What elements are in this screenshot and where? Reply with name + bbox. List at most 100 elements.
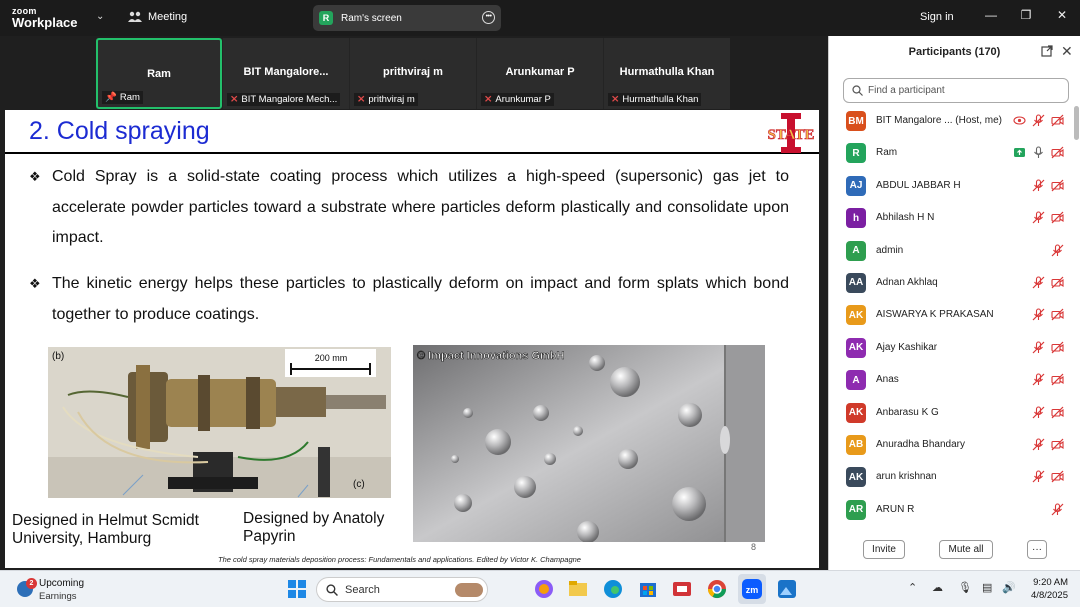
video-off-icon[interactable] xyxy=(1051,146,1064,159)
mic-off-icon[interactable] xyxy=(1051,503,1064,516)
participant-row[interactable]: AR ARUN R xyxy=(829,494,1073,526)
tray-chevron-up-icon[interactable]: ⌃ xyxy=(908,581,917,594)
video-off-icon[interactable] xyxy=(1051,438,1064,451)
participant-row[interactable]: AB Anuradha Bhandary xyxy=(829,429,1073,461)
video-off-icon[interactable] xyxy=(1051,179,1064,192)
participant-row[interactable]: AK Ajay Kashikar xyxy=(829,332,1073,364)
windows-start-icon[interactable] xyxy=(286,578,308,600)
participant-search[interactable] xyxy=(843,78,1069,103)
mic-off-icon[interactable] xyxy=(1032,114,1045,127)
mic-off-icon[interactable] xyxy=(1032,470,1045,483)
participant-row[interactable]: h Abhilash H N xyxy=(829,202,1073,234)
mute-all-button[interactable]: Mute all xyxy=(939,540,993,559)
taskbar-search[interactable]: Search xyxy=(316,577,488,602)
participant-row[interactable]: R Ram xyxy=(829,137,1073,169)
microphone-icon[interactable]: 🎙 xyxy=(958,581,972,594)
edge-icon[interactable] xyxy=(602,578,624,600)
mic-off-icon[interactable] xyxy=(1032,308,1045,321)
tile-label-text: Ram xyxy=(119,92,140,103)
network-icon[interactable]: ▤ xyxy=(982,581,992,594)
meeting-menu[interactable]: Meeting xyxy=(128,11,187,23)
participant-row[interactable]: AA Adnan Akhlaq xyxy=(829,267,1073,299)
participant-row[interactable]: BM BIT Mangalore ... (Host, me) xyxy=(829,105,1073,137)
participant-row[interactable]: AK arun krishnan xyxy=(829,461,1073,493)
zoom-app-icon[interactable]: zm xyxy=(741,578,763,600)
participant-search-input[interactable] xyxy=(868,85,1058,96)
video-off-icon[interactable] xyxy=(1051,341,1064,354)
participant-list: BM BIT Mangalore ... (Host, me) R Ram AJ ABDU… xyxy=(829,105,1073,526)
mic-off-icon[interactable] xyxy=(1032,405,1045,419)
system-clock[interactable]: 9:20 AM 4/8/2025 xyxy=(1024,576,1068,602)
participant-name: ABDUL JABBAR H xyxy=(876,179,961,191)
file-explorer-icon[interactable] xyxy=(567,578,589,600)
chevron-down-icon[interactable]: ⌄ xyxy=(96,11,104,22)
tile-label: ⨯ BIT Mangalore Mech... xyxy=(227,93,341,106)
minimize-icon[interactable]: — xyxy=(984,8,998,22)
scrollbar-thumb[interactable] xyxy=(1074,106,1079,140)
copilot-icon[interactable] xyxy=(533,578,555,600)
figure-b-label: (b) xyxy=(52,351,64,362)
avatar: AK xyxy=(846,467,866,488)
photos-app-icon[interactable] xyxy=(776,578,798,600)
participant-name: Anbarasu K G xyxy=(876,406,939,418)
screen-share-indicator[interactable]: R Ram's screen ••• xyxy=(313,5,501,31)
mic-off-icon[interactable] xyxy=(1032,438,1045,451)
video-off-icon[interactable] xyxy=(1051,276,1064,289)
title-divider xyxy=(5,152,819,154)
pop-out-icon[interactable] xyxy=(1041,45,1053,57)
chrome-icon[interactable] xyxy=(706,578,728,600)
invite-button[interactable]: Invite xyxy=(863,540,905,559)
screen-share-icon[interactable] xyxy=(1013,146,1026,159)
mic-off-icon[interactable] xyxy=(1032,179,1045,192)
mic-off-icon[interactable] xyxy=(1032,341,1045,354)
participant-row[interactable]: AJ ABDUL JABBAR H xyxy=(829,170,1073,202)
participant-row[interactable]: A Anas xyxy=(829,364,1073,396)
recording-icon[interactable] xyxy=(1013,114,1026,127)
participant-row[interactable]: AK Anbarasu K G xyxy=(829,397,1073,429)
shared-slide[interactable]: 2. Cold spraying STATE ❖ Cold Spray is a… xyxy=(5,110,819,568)
video-off-icon[interactable] xyxy=(1051,114,1064,127)
video-tile[interactable]: Hurmathulla Khan ⨯ Hurmathulla Khan xyxy=(604,38,730,109)
volume-icon[interactable]: 🔊 xyxy=(1002,581,1016,594)
mic-off-icon[interactable] xyxy=(1032,373,1045,386)
clock-time: 9:20 AM xyxy=(1033,577,1068,588)
avatar: AK xyxy=(846,402,866,423)
participant-row[interactable]: Aadmin xyxy=(829,235,1073,267)
store-icon[interactable] xyxy=(637,578,659,600)
participant-name: BIT Mangalore ... (Host, me) xyxy=(876,115,1002,126)
sign-in-link[interactable]: Sign in xyxy=(920,11,954,23)
close-icon[interactable]: ✕ xyxy=(1055,8,1069,22)
participant-scrollbar[interactable] xyxy=(1074,106,1079,536)
mic-off-icon[interactable] xyxy=(1032,276,1045,289)
more-actions-button[interactable]: ··· xyxy=(1027,540,1047,559)
video-off-icon[interactable] xyxy=(1051,373,1064,386)
mic-off-icon[interactable] xyxy=(1032,211,1045,224)
video-tile[interactable]: Arunkumar P ⨯ Arunkumar P xyxy=(477,38,603,109)
video-off-icon[interactable] xyxy=(1051,211,1064,224)
participant-row[interactable]: AK AISWARYA K PRAKASAN xyxy=(829,299,1073,331)
video-off-icon[interactable] xyxy=(1051,406,1064,419)
video-tile[interactable]: prithviraj m ⨯ prithviraj m xyxy=(350,38,476,109)
avatar: AJ xyxy=(846,175,866,196)
brand-bottom: Workplace xyxy=(12,15,78,30)
avatar: h xyxy=(846,208,866,229)
participants-icon xyxy=(128,11,142,22)
office-app-icon[interactable] xyxy=(671,578,693,600)
video-tile[interactable]: BIT Mangalore... ⨯ BIT Mangalore Mech... xyxy=(223,38,349,109)
participant-name: AISWARYA K PRAKASAN xyxy=(876,309,994,321)
more-options-icon[interactable]: ••• xyxy=(482,11,495,24)
participant-name: admin xyxy=(876,244,904,256)
cloud-sync-icon[interactable]: ☁ xyxy=(932,581,943,594)
close-panel-icon[interactable]: ✕ xyxy=(1061,43,1073,60)
zoom-workplace-logo[interactable]: zoom Workplace xyxy=(12,6,78,30)
pin-icon: 📌 xyxy=(105,92,117,103)
video-off-icon[interactable] xyxy=(1051,308,1064,321)
restore-icon[interactable]: ❐ xyxy=(1019,8,1033,22)
video-tile[interactable]: Ram 📌 Ram xyxy=(96,38,222,109)
mic-off-icon[interactable] xyxy=(1051,244,1064,257)
video-off-icon[interactable] xyxy=(1051,470,1064,483)
weather-widget[interactable]: 2 Upcoming Earnings xyxy=(14,576,114,604)
tile-label: ⨯ Hurmathulla Khan xyxy=(608,93,702,106)
mic-icon[interactable] xyxy=(1032,146,1045,159)
bullet-1: ❖ Cold Spray is a solid-state coating pr… xyxy=(29,162,789,254)
